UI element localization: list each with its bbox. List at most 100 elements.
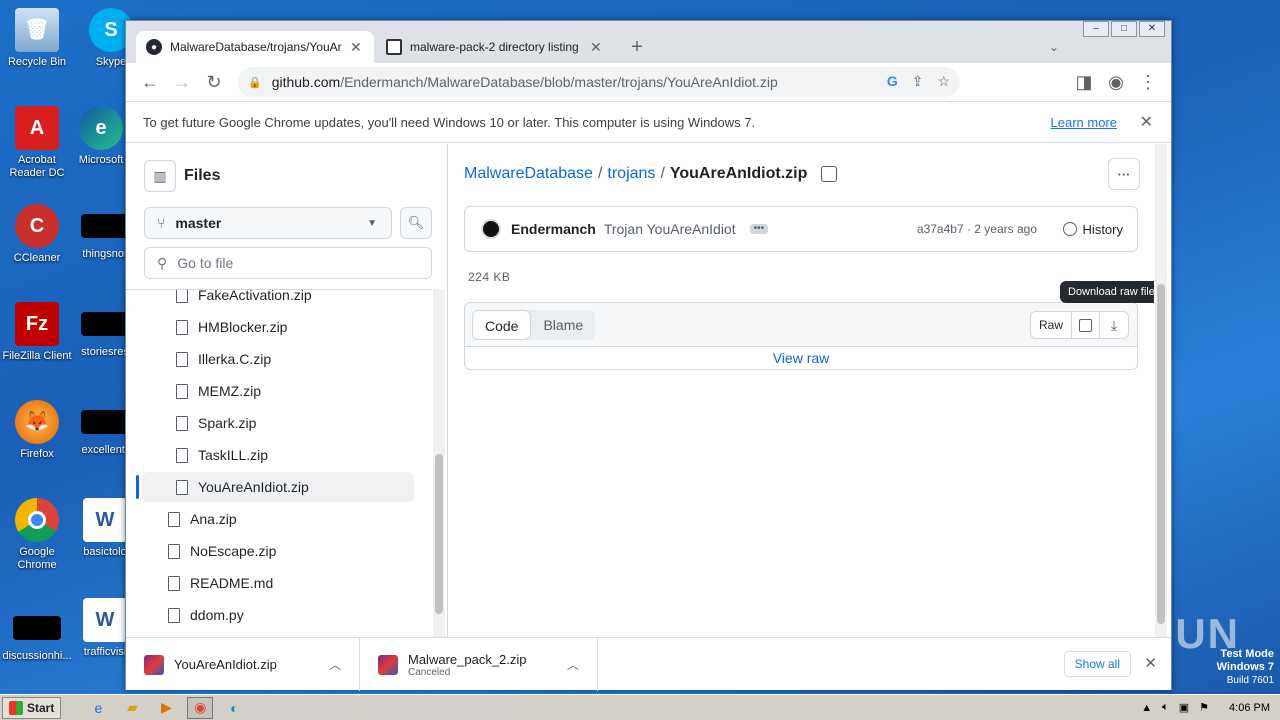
tree-item[interactable]: TaskILL.zip xyxy=(176,440,268,470)
tree-item[interactable]: HMBlocker.zip xyxy=(176,312,287,342)
reload-icon[interactable]: ↻ xyxy=(198,66,230,98)
test-mode-line1: Test Mode xyxy=(1220,648,1274,660)
desktop-icon-filezilla[interactable]: Fz FileZilla Client xyxy=(0,302,74,363)
chrome-icon xyxy=(15,498,59,542)
go-to-file-input[interactable]: ⚲ Go to file xyxy=(144,247,432,279)
tree-item[interactable]: ddom.py xyxy=(168,600,244,630)
sidebar-header: ▥ Files xyxy=(144,160,220,192)
ie-icon[interactable]: e xyxy=(85,697,111,719)
tree-item[interactable]: README.md xyxy=(168,568,273,598)
page-scrollbar[interactable] xyxy=(1155,144,1167,637)
tree-item[interactable]: Spark.zip xyxy=(176,408,256,438)
side-panel-icon[interactable]: ◨ xyxy=(1068,66,1100,98)
media-player-icon[interactable]: ▶ xyxy=(153,697,179,719)
commit-meta[interactable]: a37a4b7 · 2 years ago xyxy=(917,222,1037,236)
history-button[interactable]: History xyxy=(1062,222,1123,237)
share-icon[interactable]: ⇪ xyxy=(912,73,924,90)
tree-item[interactable]: NoEscape.zip xyxy=(168,536,276,566)
breadcrumb-repo-link[interactable]: MalwareDatabase xyxy=(464,165,593,183)
tree-item-label: README.md xyxy=(190,575,274,591)
desktop-icon-label: Skype xyxy=(95,56,127,68)
desktop-icon-ccleaner[interactable]: C CCleaner xyxy=(0,204,74,265)
menu-kebab-icon[interactable]: ⋮ xyxy=(1132,66,1164,98)
file-icon xyxy=(176,351,188,367)
explorer-folder-icon[interactable]: ▰ xyxy=(119,697,145,719)
view-raw-link[interactable]: View raw xyxy=(465,347,1137,369)
desktop-icon-chrome[interactable]: Google Chrome xyxy=(0,498,74,572)
desktop-icon-label: thingsnor xyxy=(82,248,128,260)
breadcrumb-folder-link[interactable]: trojans xyxy=(607,165,655,183)
close-icon[interactable]: ✕ xyxy=(1144,654,1157,672)
tree-item[interactable]: MEMZ.zip xyxy=(176,376,261,406)
google-icon[interactable]: G xyxy=(887,73,898,90)
tab-title: malware-pack-2 directory listing xyxy=(410,40,579,54)
tree-item-selected[interactable]: YouAreAnIdiot.zip xyxy=(142,472,414,502)
chevron-up-icon[interactable]: ︿ xyxy=(567,656,579,673)
tab-directory-listing[interactable]: malware-pack-2 directory listing ✕ xyxy=(376,31,614,63)
download-raw-button[interactable]: ⤓ xyxy=(1100,312,1128,338)
show-all-button[interactable]: Show all xyxy=(1063,651,1131,677)
edge-taskbar-icon[interactable]: ◐ xyxy=(221,697,247,719)
chrome-taskbar-icon[interactable]: ◉ xyxy=(187,696,214,719)
flag-icon[interactable]: ⚑ xyxy=(1199,701,1209,714)
address-bar[interactable]: 🔒 github.com /Endermanch/MalwareDatabase… xyxy=(238,67,960,97)
bookmark-star-icon[interactable]: ☆ xyxy=(937,73,950,90)
chrome-window: ● MalwareDatabase/trojans/YouAreAnIdiot.… xyxy=(125,20,1172,691)
file-icon xyxy=(176,415,188,431)
code-tab[interactable]: Code xyxy=(472,310,532,340)
new-tab-button[interactable]: + xyxy=(621,31,653,63)
file-icon xyxy=(81,410,129,434)
copy-path-icon[interactable] xyxy=(821,166,838,182)
minimize-button[interactable]: – xyxy=(1083,21,1109,37)
firefox-icon: 🦊 xyxy=(15,400,59,444)
collapse-sidebar-icon[interactable]: ▥ xyxy=(144,160,176,192)
download-item[interactable]: Malware_pack_2.zip Canceled ︿ xyxy=(360,638,598,691)
desktop-icon-recycle-bin[interactable]: 🗑 Recycle Bin xyxy=(0,8,74,69)
show-hidden-icons-icon[interactable]: ▲ xyxy=(1141,702,1152,714)
tree-item[interactable]: FakeActivation.zip xyxy=(176,290,312,310)
search-icon[interactable]: 🔍︎ xyxy=(400,207,432,239)
chevron-up-icon[interactable]: ︿ xyxy=(329,656,341,673)
close-icon[interactable]: ✕ xyxy=(1140,112,1153,132)
download-item[interactable]: YouAreAnIdiot.zip ︿ xyxy=(126,638,360,691)
sidebar-scrollbar[interactable] xyxy=(433,289,445,637)
scrollbar-thumb[interactable] xyxy=(435,454,443,614)
forward-arrow-icon[interactable]: → xyxy=(166,66,198,98)
back-arrow-icon[interactable]: ← xyxy=(134,66,166,98)
tab-search-chevron-icon[interactable]: ⌄ xyxy=(1038,31,1070,63)
tree-item[interactable]: Illerka.C.zip xyxy=(176,344,271,374)
tab-strip: ● MalwareDatabase/trojans/YouAreAnIdiot.… xyxy=(126,21,1171,63)
copy-raw-button[interactable] xyxy=(1072,312,1100,338)
winrar-archive-icon xyxy=(378,654,398,675)
expand-commit-icon[interactable]: ••• xyxy=(749,224,769,234)
network-icon[interactable]: ▣ xyxy=(1179,701,1189,714)
clock[interactable]: 4:06 PM xyxy=(1229,702,1270,714)
search-icon: ⚲ xyxy=(157,254,168,271)
profile-avatar-icon[interactable]: ◉ xyxy=(1100,66,1132,98)
tab-github[interactable]: ● MalwareDatabase/trojans/YouAreAnIdiot.… xyxy=(136,31,374,63)
blame-tab[interactable]: Blame xyxy=(531,310,595,340)
close-icon[interactable]: ✕ xyxy=(590,39,602,56)
commit-author[interactable]: Endermanch xyxy=(511,221,596,237)
speaker-icon[interactable]: 🔈︎ xyxy=(1162,701,1169,714)
download-info: Malware_pack_2.zip Canceled xyxy=(408,652,527,678)
learn-more-link[interactable]: Learn more xyxy=(1051,115,1117,130)
desktop-icon-firefox[interactable]: 🦊 Firefox xyxy=(0,400,74,461)
close-icon[interactable]: ✕ xyxy=(350,39,362,56)
commit-message[interactable]: Trojan YouAreAnIdiot xyxy=(604,221,736,237)
raw-button[interactable]: Raw xyxy=(1031,312,1072,338)
word-doc-icon: W xyxy=(83,498,127,542)
desktop-icon-acrobat[interactable]: A Acrobat Reader DC xyxy=(0,106,74,180)
tree-item[interactable]: Ana.zip xyxy=(168,504,237,534)
window-close-button[interactable]: ✕ xyxy=(1139,21,1165,37)
more-options-button[interactable]: ··· xyxy=(1108,158,1140,190)
maximize-button[interactable]: □ xyxy=(1111,21,1137,37)
omnibox-actions: G ⇪ ☆ xyxy=(887,73,950,90)
start-button[interactable]: Start xyxy=(2,696,62,719)
tree-item-label: YouAreAnIdiot.zip xyxy=(198,479,309,495)
branch-selector[interactable]: ⑂ master ▼ xyxy=(144,207,392,239)
scrollbar-thumb[interactable] xyxy=(1157,284,1165,624)
desktop-icon-discussionhi[interactable]: discussionhi... xyxy=(0,606,74,663)
avatar[interactable] xyxy=(481,219,501,239)
test-mode-line2: Windows 7 xyxy=(1216,661,1274,673)
